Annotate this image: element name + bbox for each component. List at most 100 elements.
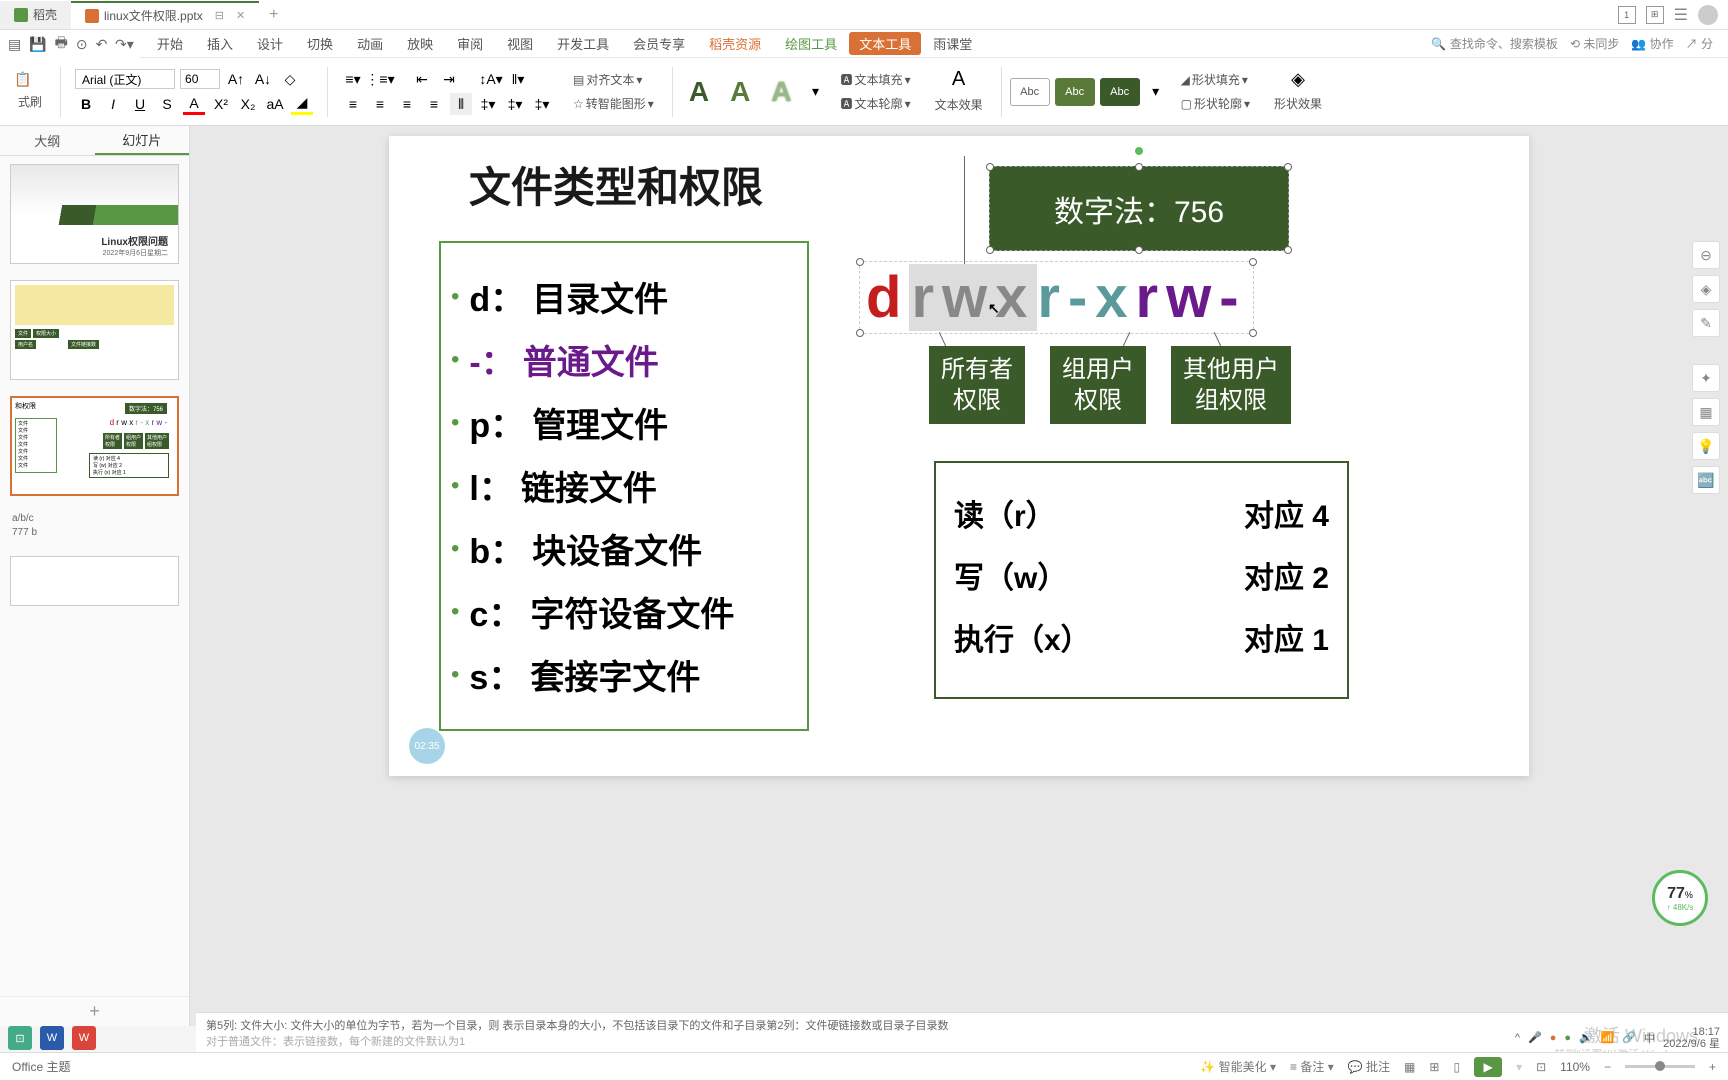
- textstyle-3[interactable]: A: [763, 76, 799, 108]
- numeric-badge[interactable]: 数字法：756: [989, 166, 1289, 251]
- text-fill-btn[interactable]: 🅰 文本填充▾: [837, 69, 915, 90]
- menu-insert[interactable]: 插入: [195, 30, 245, 57]
- underline-icon[interactable]: U: [129, 93, 151, 115]
- label-group[interactable]: 组用户 权限: [1050, 346, 1146, 424]
- bullets-icon[interactable]: ≡▾: [342, 68, 364, 90]
- redo-icon[interactable]: ↷▾: [115, 35, 133, 53]
- notes-bar[interactable]: 第5列: 文件大小: 文件大小的单位为字节，若为一个目录，则 表示目录本身的大小…: [196, 1012, 1728, 1052]
- fit-icon[interactable]: ⊡: [1536, 1060, 1546, 1074]
- tab-close-icon[interactable]: ✕: [236, 9, 245, 22]
- save-icon[interactable]: 💾: [29, 35, 46, 53]
- permission-table[interactable]: 读（r）对应 4 写（w）对应 2 执行（x）对应 1: [934, 461, 1349, 699]
- zoom-slider[interactable]: [1625, 1065, 1695, 1068]
- menu-icon[interactable]: ☰: [1674, 5, 1688, 25]
- bold-icon[interactable]: B: [75, 93, 97, 115]
- tray-link-icon[interactable]: 🔗: [1622, 1031, 1636, 1044]
- tab-collapse-icon[interactable]: ⊟: [215, 9, 224, 22]
- file-icon[interactable]: ▤: [8, 35, 21, 53]
- view-mode-grid-icon[interactable]: ⊞: [1646, 6, 1664, 24]
- shapestyle-2[interactable]: Abc: [1055, 78, 1095, 106]
- decrease-font-icon[interactable]: A↓: [252, 68, 274, 90]
- superscript-icon[interactable]: X²: [210, 93, 232, 115]
- eyedropper-icon[interactable]: ✎: [1692, 309, 1720, 337]
- increase-font-icon[interactable]: A↑: [225, 68, 247, 90]
- text-outline-btn[interactable]: 🅰 文本轮廓▾: [837, 93, 915, 114]
- shapestyle-1[interactable]: Abc: [1010, 78, 1050, 106]
- align-text-btn[interactable]: ▤ 对齐文本▾: [569, 69, 658, 90]
- menu-animation[interactable]: 动画: [345, 30, 395, 57]
- view-sorter-icon[interactable]: ⊞: [1429, 1060, 1439, 1074]
- layers-icon[interactable]: ◈: [1692, 275, 1720, 303]
- spacing2-icon[interactable]: ‡▾: [504, 93, 526, 115]
- zoom-in-icon[interactable]: +: [1709, 1060, 1716, 1074]
- view-reading-icon[interactable]: ▯: [1453, 1060, 1460, 1074]
- textstyle-1[interactable]: A: [681, 76, 717, 108]
- font-select[interactable]: [75, 69, 175, 89]
- tray-up-icon[interactable]: ^: [1515, 1032, 1520, 1044]
- spacing3-icon[interactable]: ‡▾: [531, 93, 553, 115]
- menu-transition[interactable]: 切换: [295, 30, 345, 57]
- tray-app2-icon[interactable]: ●: [1564, 1032, 1571, 1044]
- menu-rainclass[interactable]: 雨课堂: [921, 30, 984, 57]
- slide[interactable]: 文件类型和权限 •d：目录文件 •-：普通文件 •p：管理文件 •l：链接文件 …: [389, 136, 1529, 776]
- unsync-button[interactable]: ⟲ 未同步: [1570, 35, 1619, 52]
- preview-icon[interactable]: ⊙: [76, 35, 88, 53]
- indent-right-icon[interactable]: ⇥: [438, 68, 460, 90]
- slide-thumb-3[interactable]: 和权限 数字法：756 文件文件文件文件文件文件文件 d r w x r - x…: [10, 396, 179, 496]
- smart-graphic-btn[interactable]: ☆ 转智能图形▾: [569, 93, 658, 114]
- view-normal-icon[interactable]: ▦: [1404, 1060, 1415, 1074]
- collapse-icon[interactable]: ⊖: [1692, 241, 1720, 269]
- slide-thumb-1[interactable]: Linux权限问题 2022年9月6日星期二: [10, 164, 179, 264]
- tab-add-button[interactable]: +: [259, 6, 288, 24]
- label-owner[interactable]: 所有者 权限: [929, 346, 1025, 424]
- italic-icon[interactable]: I: [102, 93, 124, 115]
- template-icon[interactable]: ▦: [1692, 398, 1720, 426]
- add-slide-button[interactable]: +: [0, 996, 189, 1026]
- textstyle-more[interactable]: ▾: [805, 81, 827, 103]
- spacing-icon[interactable]: ‡▾: [477, 93, 499, 115]
- format-brush[interactable]: 式刷: [14, 91, 46, 112]
- tray-ime[interactable]: 中: [1644, 1030, 1655, 1046]
- change-case-icon[interactable]: aA: [264, 93, 286, 115]
- taskbar-wps-icon[interactable]: W: [72, 1026, 96, 1050]
- idea-icon[interactable]: 💡: [1692, 432, 1720, 460]
- align-center-icon[interactable]: ≡: [369, 93, 391, 115]
- text-effect-btn[interactable]: 文本效果: [931, 94, 987, 115]
- taskbar-word-icon[interactable]: W: [40, 1026, 64, 1050]
- numbering-icon[interactable]: ⋮≡▾: [369, 68, 391, 90]
- columns-icon[interactable]: ⫴: [450, 93, 472, 115]
- align-right-icon[interactable]: ≡: [396, 93, 418, 115]
- menu-texttools[interactable]: 文本工具: [849, 32, 921, 55]
- tab-file[interactable]: linux文件权限.pptx ⊟ ✕: [71, 1, 259, 29]
- menu-start[interactable]: 开始: [145, 30, 195, 57]
- subscript-icon[interactable]: X₂: [237, 93, 259, 115]
- rotate-handle[interactable]: [1135, 147, 1143, 155]
- beautify-button[interactable]: ✨ 智能美化 ▾: [1200, 1058, 1276, 1075]
- tray-volume-icon[interactable]: 🔊: [1579, 1031, 1593, 1044]
- play-button[interactable]: ▶: [1474, 1057, 1502, 1077]
- magic-icon[interactable]: ✦: [1692, 364, 1720, 392]
- print-icon[interactable]: 🖶: [55, 35, 68, 53]
- menu-slideshow[interactable]: 放映: [395, 30, 445, 57]
- text-direction-icon[interactable]: ↕A▾: [480, 68, 502, 90]
- slide-thumb-4[interactable]: [10, 556, 179, 606]
- menu-design[interactable]: 设计: [245, 30, 295, 57]
- menu-devtools[interactable]: 开发工具: [545, 30, 621, 57]
- comment-button[interactable]: 💬 批注: [1348, 1058, 1390, 1075]
- line-spacing-icon[interactable]: ‖▾: [507, 68, 529, 90]
- clear-format-icon[interactable]: ◇: [279, 68, 301, 90]
- label-other[interactable]: 其他用户 组权限: [1171, 346, 1291, 424]
- tray-mic-icon[interactable]: 🎤: [1528, 1031, 1542, 1044]
- notes-button[interactable]: ≡ 备注 ▾: [1290, 1058, 1334, 1075]
- search-box[interactable]: 🔍 查找命令、搜索模板: [1431, 35, 1558, 52]
- tab-home[interactable]: 稻壳: [0, 1, 71, 29]
- permission-string[interactable]: d rwx r-x rw- ↖: [859, 261, 1254, 334]
- translate-icon[interactable]: 🔤: [1692, 466, 1720, 494]
- user-avatar[interactable]: [1698, 5, 1718, 25]
- taskbar-vm-icon[interactable]: ⊡: [8, 1026, 32, 1050]
- share-button[interactable]: ↗ 分: [1686, 35, 1713, 52]
- shape-effect-btn[interactable]: 形状效果: [1270, 93, 1326, 114]
- shape-outline-btn[interactable]: ▢ 形状轮廓▾: [1177, 93, 1254, 114]
- menu-review[interactable]: 审阅: [445, 30, 495, 57]
- undo-icon[interactable]: ↶: [96, 35, 108, 53]
